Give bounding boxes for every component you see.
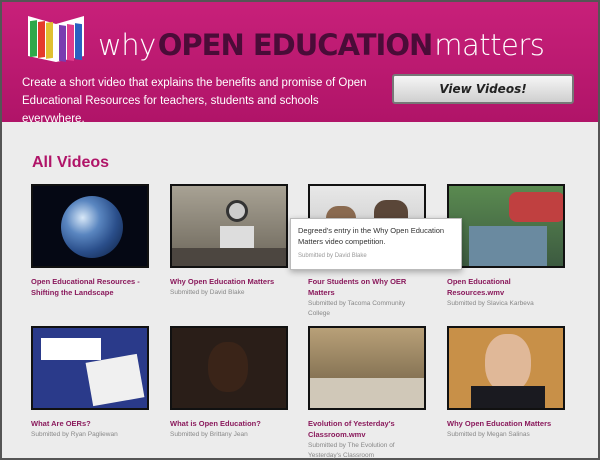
video-card[interactable]: Open Educational Resources.wmv Submitted… (447, 184, 567, 309)
videos-content: All Videos Open Educational Resources - … (2, 122, 598, 460)
section-title: All Videos (32, 154, 110, 171)
video-card[interactable]: What is Open Education? Submitted by Bri… (170, 326, 290, 440)
video-thumbnail[interactable] (31, 184, 149, 268)
person-image (208, 342, 248, 392)
video-thumbnail[interactable] (447, 326, 565, 410)
person-image (485, 334, 531, 392)
table-image (310, 378, 424, 408)
brand-open-education: OPEN EDUCATION (157, 28, 433, 62)
video-thumbnail[interactable] (31, 326, 149, 410)
video-thumbnail[interactable] (170, 326, 288, 410)
video-title[interactable]: Open Educational Resources.wmv (447, 276, 567, 298)
globe-image (61, 196, 123, 258)
stage-floor-image (172, 248, 286, 266)
submitted-by-label: Submitted by (308, 300, 346, 307)
video-tooltip: Degreed's entry in the Why Open Educatio… (290, 218, 462, 270)
submitted-by-label: Submitted by (31, 431, 69, 438)
submitter-name: Brittany Jean (209, 431, 248, 438)
video-submitter: Submitted by The Evolution of Yesterday'… (308, 441, 428, 460)
video-title[interactable]: Why Open Education Matters (170, 276, 290, 287)
submitted-by-label: Submitted by (447, 300, 485, 307)
video-submitter: Submitted by Ryan Pagliewan (31, 430, 151, 440)
brand-matters: matters (434, 28, 545, 62)
submitter-name: Megan Salinas (486, 431, 530, 438)
submitted-by-label: Submitted by (298, 253, 334, 259)
submitted-by-label: Submitted by (308, 442, 346, 449)
video-title[interactable]: Four Students on Why OER Matters (308, 276, 428, 298)
submitter-name: Slavica Karbeva (486, 300, 534, 307)
submitted-by-label: Submitted by (447, 431, 485, 438)
water-image (469, 226, 547, 266)
video-submitter: Submitted by Slavica Karbeva (447, 299, 567, 309)
submitter-name: David Blake (209, 289, 245, 296)
video-title[interactable]: What Are OERs? (31, 418, 151, 429)
submitted-by-label: Submitted by (170, 289, 208, 296)
purplemath-card-image (41, 338, 101, 360)
video-submitter: Submitted by Brittany Jean (170, 430, 290, 440)
open-book-logo-icon[interactable] (24, 12, 88, 64)
submitter-name: Ryan Pagliewan (70, 431, 118, 438)
video-card[interactable]: Evolution of Yesterday's Classroom.wmv S… (308, 326, 428, 460)
kids-image (509, 192, 563, 222)
video-thumbnail[interactable] (308, 326, 426, 410)
stage-box-image (220, 226, 254, 248)
video-title[interactable]: Evolution of Yesterday's Classroom.wmv (308, 418, 428, 440)
tooltip-text: Degreed's entry in the Why Open Educatio… (298, 226, 445, 246)
video-card[interactable]: Why Open Education Matters Submitted by … (170, 184, 290, 298)
video-card[interactable]: What Are OERs? Submitted by Ryan Pagliew… (31, 326, 151, 440)
site-brand[interactable]: why OPEN EDUCATION matters (98, 28, 545, 62)
tagline: Create a short video that explains the b… (22, 77, 367, 125)
video-title[interactable]: What is Open Education? (170, 418, 290, 429)
submitted-by-label: Submitted by (170, 431, 208, 438)
video-thumbnail[interactable] (447, 184, 565, 268)
site-header: why OPEN EDUCATION matters Create a shor… (2, 2, 598, 125)
video-title[interactable]: Why Open Education Matters (447, 418, 567, 429)
view-videos-button[interactable]: View Videos! (392, 74, 574, 104)
tooltip-submitter: Submitted by David Blake (298, 253, 454, 259)
video-thumbnail[interactable] (170, 184, 288, 268)
brand-why: why (98, 28, 156, 62)
khan-card-image (85, 353, 145, 407)
stage-disk-image (226, 200, 248, 222)
video-card[interactable]: Why Open Education Matters Submitted by … (447, 326, 567, 440)
submitter-name: David Blake (334, 253, 367, 259)
video-submitter: Submitted by Tacoma Community College (308, 299, 428, 319)
video-card[interactable]: Open Educational Resources - Shifting th… (31, 184, 151, 298)
video-submitter: Submitted by David Blake (170, 288, 290, 298)
shirt-image (471, 386, 545, 408)
video-submitter: Submitted by Megan Salinas (447, 430, 567, 440)
video-title[interactable]: Open Educational Resources - Shifting th… (31, 276, 151, 298)
